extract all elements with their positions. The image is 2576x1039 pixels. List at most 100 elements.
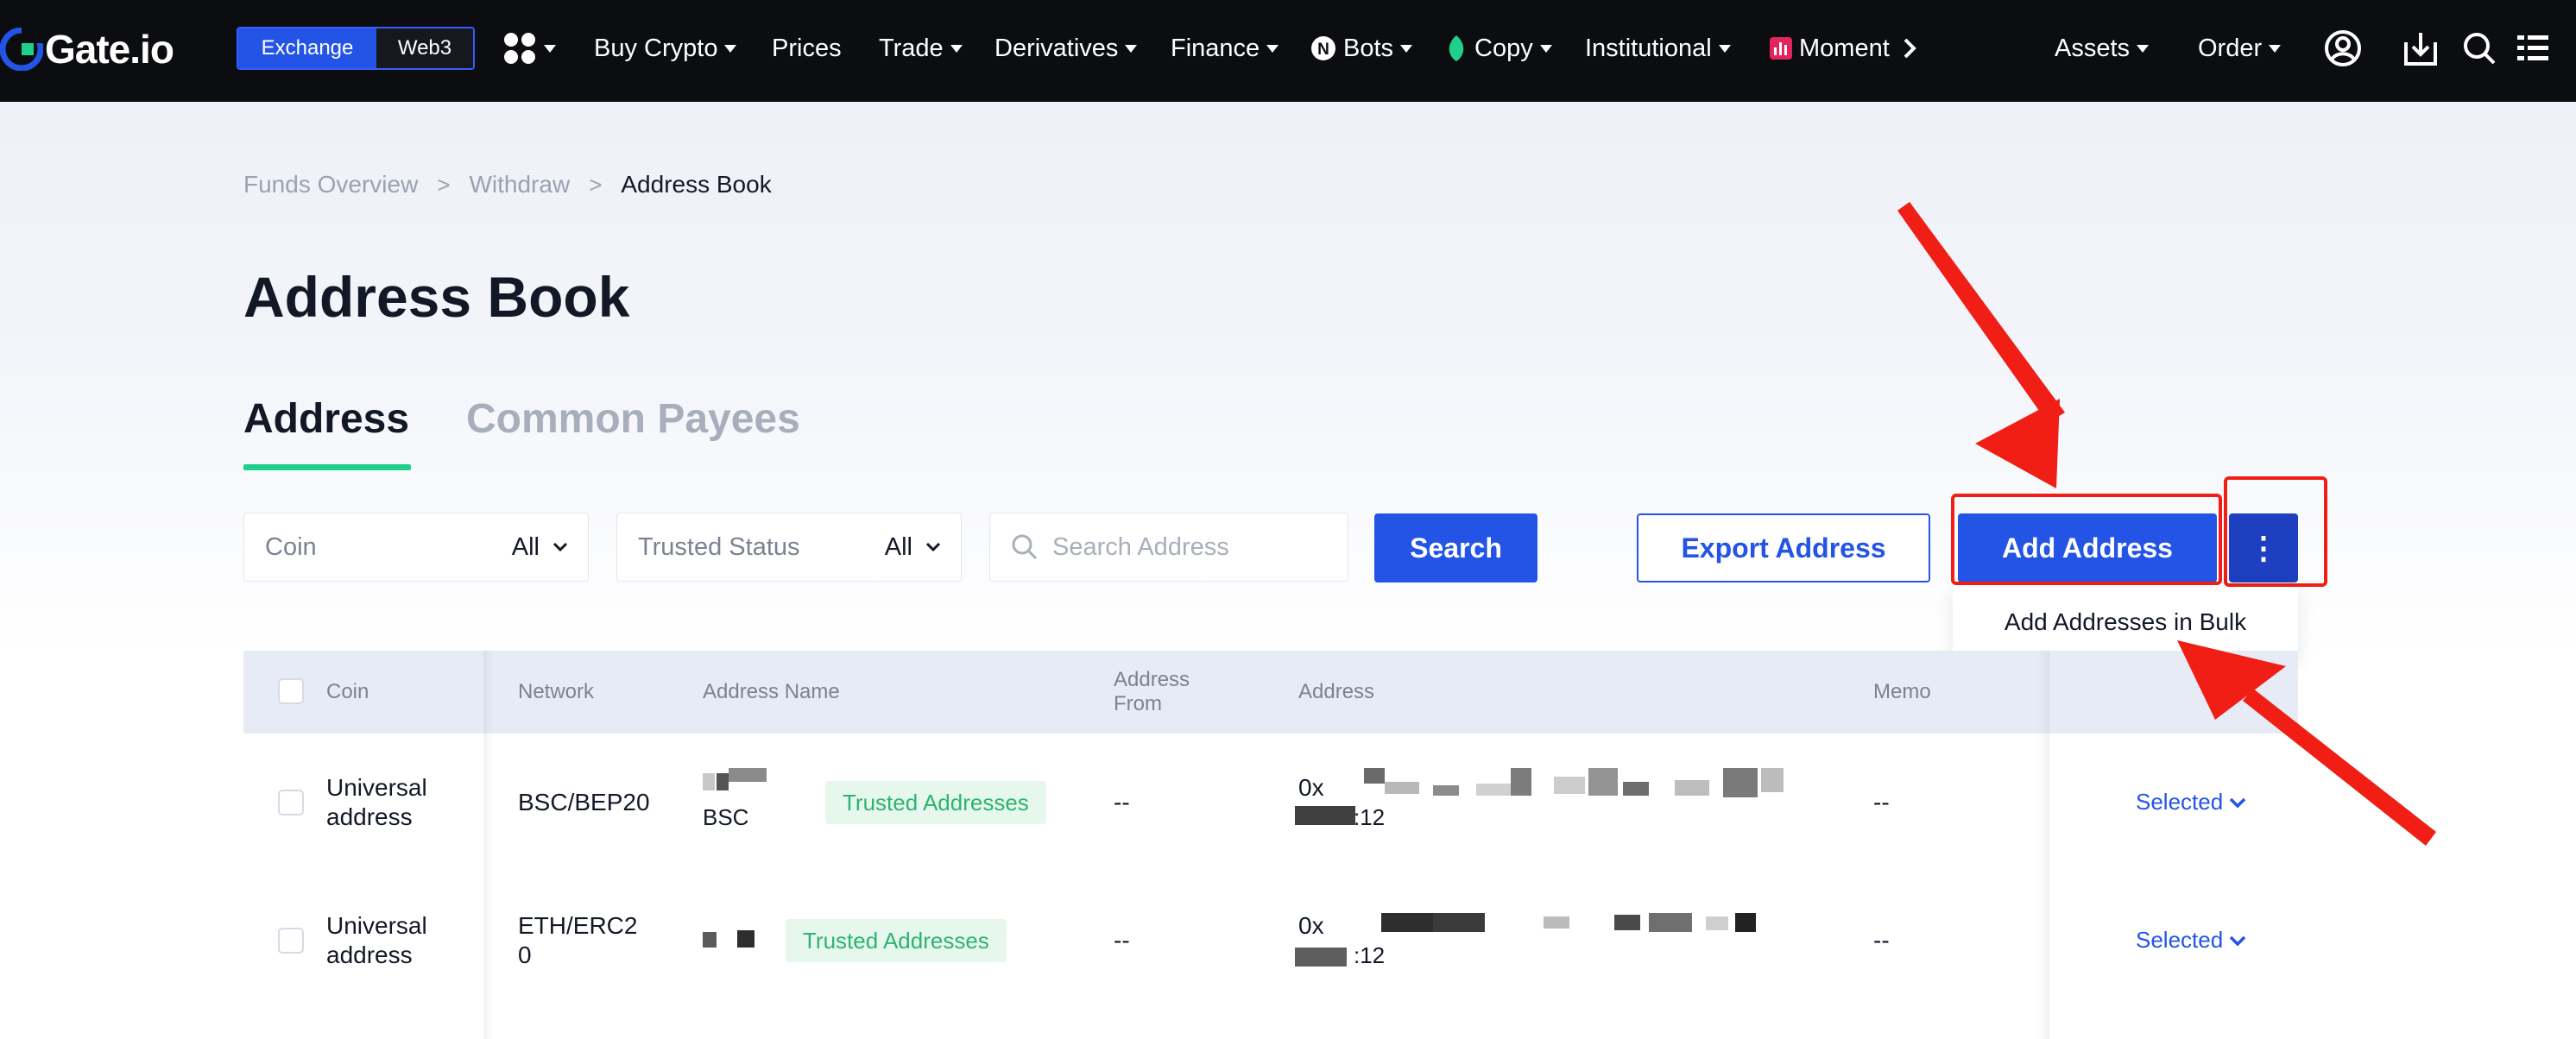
- nav-bots[interactable]: N Bots: [1310, 31, 1413, 66]
- row-memo: --: [1873, 789, 1890, 815]
- chevron-down-icon: [2137, 44, 2150, 53]
- row-selected-dropdown[interactable]: Selected: [2136, 789, 2247, 815]
- nav-prices-label: Prices: [772, 34, 842, 62]
- nav-scroll-right[interactable]: [1901, 31, 1918, 66]
- chevron-down-icon: [925, 542, 941, 552]
- search-button[interactable]: [2462, 31, 2497, 66]
- nav-derivatives[interactable]: Derivatives: [994, 31, 1138, 66]
- row-address-name: BSC: [703, 804, 749, 830]
- download-icon: [2404, 33, 2437, 66]
- search-icon: [2464, 33, 2496, 65]
- redacted-address: [1295, 768, 1813, 825]
- annotation-highlight-more-options: [2224, 476, 2327, 587]
- active-tab-indicator: [243, 464, 411, 470]
- top-navigation-bar: Gate.io Exchange Web3 Buy Crypto Prices …: [0, 0, 2576, 102]
- gate-logo[interactable]: Gate.io: [0, 22, 174, 76]
- nav-finance[interactable]: Finance: [1171, 31, 1279, 66]
- row-checkbox[interactable]: [278, 790, 304, 815]
- nav-prices[interactable]: Prices: [772, 31, 842, 66]
- row-selected-label: Selected: [2136, 927, 2224, 953]
- column-header-network: Network: [518, 680, 595, 703]
- chevron-down-icon: [1539, 44, 1552, 53]
- breadcrumb: Funds Overview > Withdraw > Address Book: [243, 171, 772, 198]
- coin-filter-select[interactable]: Coin All: [243, 513, 589, 582]
- nav-order[interactable]: Order: [2198, 31, 2282, 66]
- search-button[interactable]: Search: [1374, 513, 1537, 582]
- breadcrumb-withdraw[interactable]: Withdraw: [469, 171, 570, 198]
- copy-leaf-icon: [1449, 35, 1464, 61]
- row-address-from: --: [1114, 927, 1130, 954]
- redacted-address: [1295, 911, 1813, 967]
- nav-institutional[interactable]: Institutional: [1585, 31, 1731, 66]
- annotation-highlight-add-address: [1951, 494, 2222, 585]
- nav-derivatives-label: Derivatives: [994, 34, 1119, 62]
- row-coin: Universal address: [326, 912, 427, 968]
- nav-bots-label: Bots: [1343, 34, 1394, 62]
- logo-text: Gate.io: [45, 27, 174, 72]
- nav-finance-label: Finance: [1171, 34, 1260, 62]
- breadcrumb-separator-icon: >: [437, 171, 451, 198]
- apps-icon: [504, 33, 535, 64]
- chevron-right-icon: [1904, 38, 1916, 59]
- trusted-address-badge: Trusted Addresses: [825, 781, 1046, 824]
- column-header-address: Address: [1298, 680, 1375, 703]
- search-address-box: [989, 513, 1348, 582]
- moment-icon: [1770, 37, 1792, 60]
- nav-copy[interactable]: Copy: [1445, 31, 1552, 66]
- segment-web3[interactable]: Web3: [376, 28, 473, 68]
- row-selected-label: Selected: [2136, 789, 2224, 815]
- chevron-down-icon: [1400, 44, 1413, 53]
- menu-item-add-addresses-in-bulk[interactable]: Add Addresses in Bulk: [2005, 608, 2246, 636]
- exchange-web3-switch: Exchange Web3: [237, 27, 475, 70]
- nav-trade-label: Trade: [879, 34, 944, 62]
- row-address-prefix: 0x: [1298, 912, 1324, 939]
- account-button[interactable]: [2324, 30, 2362, 66]
- menu-icon: [2517, 35, 2548, 60]
- bots-icon: N: [1311, 36, 1335, 60]
- row-selected-dropdown[interactable]: Selected: [2136, 927, 2247, 954]
- row-coin: Universal address: [326, 774, 427, 830]
- select-all-checkbox[interactable]: [278, 678, 304, 704]
- apps-menu[interactable]: [502, 31, 556, 66]
- tab-address[interactable]: Address: [243, 395, 409, 443]
- export-address-button[interactable]: Export Address: [1637, 513, 1930, 582]
- column-header-coin: Coin: [326, 680, 369, 703]
- download-button[interactable]: [2403, 31, 2438, 66]
- row-address-from: --: [1114, 789, 1130, 815]
- redacted-address-name: [703, 930, 763, 949]
- segment-exchange[interactable]: Exchange: [238, 28, 376, 68]
- coin-filter-label: Coin: [265, 532, 317, 561]
- chevron-down-icon: [2229, 797, 2246, 808]
- user-icon: [2325, 30, 2361, 66]
- sticky-column-shadow: [2037, 651, 2049, 1039]
- column-header-address-from: Address From: [1114, 668, 1190, 715]
- search-address-input[interactable]: [1051, 532, 1330, 563]
- search-icon: [1012, 534, 1038, 560]
- nav-institutional-label: Institutional: [1585, 34, 1712, 62]
- row-network: ETH/ERC20: [518, 912, 638, 968]
- nav-buy-crypto-label: Buy Crypto: [594, 34, 718, 62]
- menu-button[interactable]: [2517, 31, 2548, 66]
- chevron-down-icon: [950, 44, 963, 53]
- chevron-down-icon: [2269, 44, 2282, 53]
- nav-moment[interactable]: Moment: [1770, 31, 1896, 66]
- row-memo: --: [1873, 927, 1890, 954]
- nav-trade[interactable]: Trade: [879, 31, 963, 66]
- breadcrumb-separator-icon: >: [589, 171, 603, 198]
- page-title: Address Book: [243, 265, 630, 329]
- nav-assets-label: Assets: [2055, 34, 2131, 62]
- nav-order-label: Order: [2198, 34, 2263, 62]
- svg-text:N: N: [1317, 41, 1329, 59]
- chevron-down-icon: [2229, 935, 2246, 946]
- chevron-down-icon: [724, 44, 737, 53]
- nav-assets[interactable]: Assets: [2055, 31, 2150, 66]
- row-address-suffix: :12: [1354, 942, 1386, 968]
- trusted-status-filter-select[interactable]: Trusted Status All: [616, 513, 962, 582]
- tab-common-payees[interactable]: Common Payees: [466, 395, 800, 443]
- chevron-down-icon: [544, 44, 556, 53]
- nav-buy-crypto[interactable]: Buy Crypto: [594, 31, 737, 66]
- row-checkbox[interactable]: [278, 928, 304, 954]
- nav-moment-label: Moment: [1799, 34, 1890, 62]
- breadcrumb-funds-overview[interactable]: Funds Overview: [243, 171, 418, 198]
- coin-filter-value: All: [511, 532, 540, 561]
